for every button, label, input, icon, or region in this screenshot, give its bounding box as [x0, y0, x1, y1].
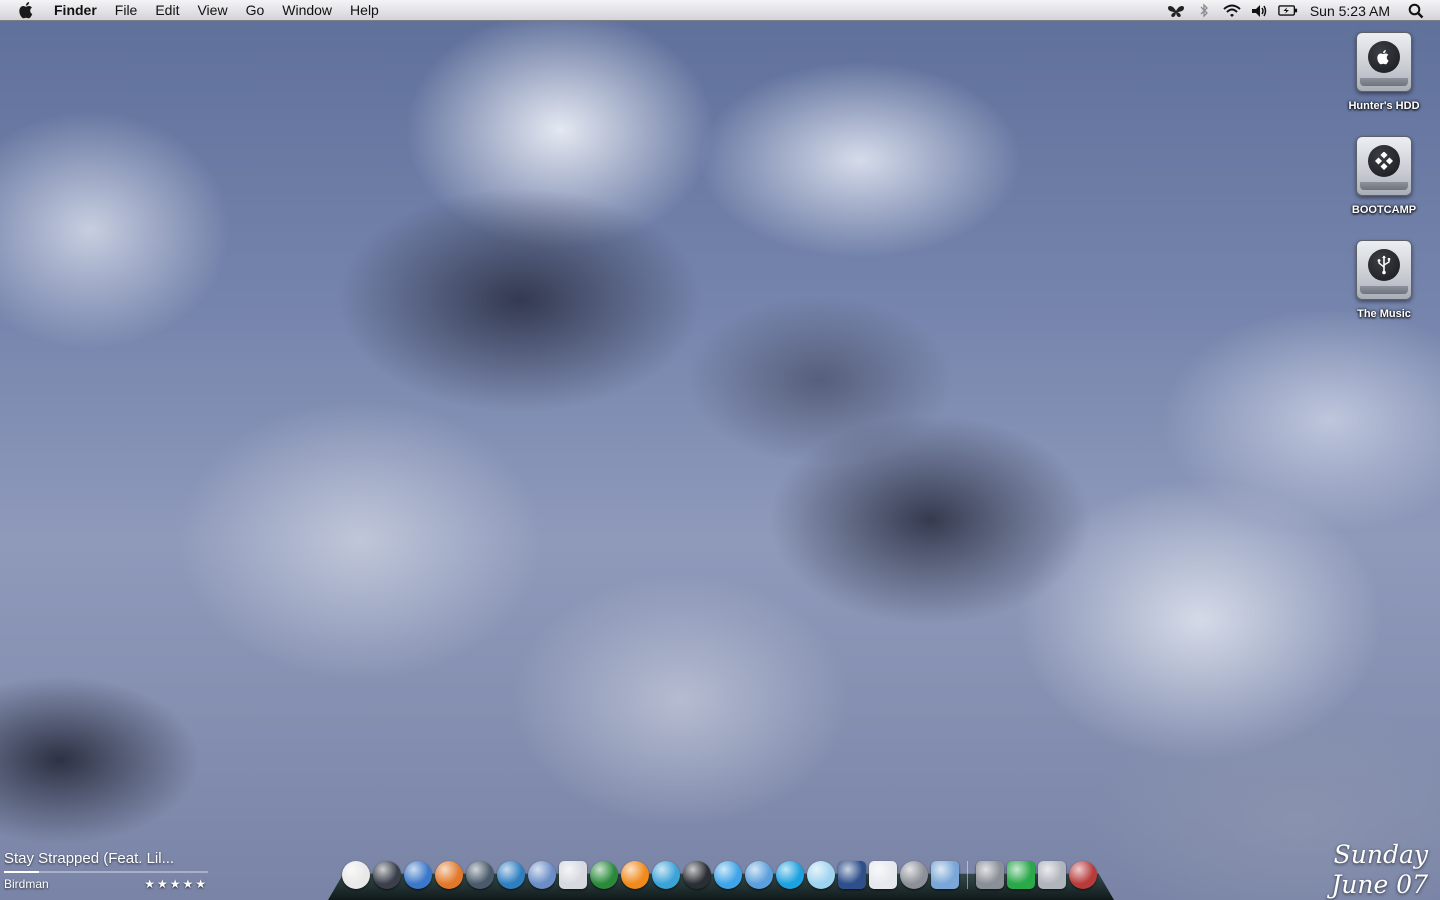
documents-folder-icon[interactable]: [1038, 861, 1066, 889]
apple-drive-icon: [1356, 32, 1412, 92]
desktop-icon-label: BOOTCAMP: [1351, 204, 1417, 216]
archive-icon[interactable]: [869, 861, 897, 889]
paint-icon[interactable]: [807, 861, 835, 889]
butterfly-icon[interactable]: [1166, 3, 1186, 19]
date-day: Sunday: [1333, 840, 1428, 869]
trash-icon[interactable]: [1069, 861, 1097, 889]
now-playing-rating[interactable]: ★★★★★: [144, 877, 208, 891]
menu-help[interactable]: Help: [341, 0, 388, 21]
volume-icon[interactable]: [1250, 3, 1270, 19]
now-playing-title[interactable]: Stay Strapped (Feat. Lil...: [4, 850, 208, 867]
network-globe-icon[interactable]: [497, 861, 525, 889]
system-globe-icon[interactable]: [745, 861, 773, 889]
menu-file[interactable]: File: [106, 0, 147, 21]
menu-view[interactable]: View: [188, 0, 236, 21]
bluetooth-icon[interactable]: [1194, 3, 1214, 19]
utorrent-icon[interactable]: [590, 861, 618, 889]
desktop-icon-bootcamp[interactable]: BOOTCAMP: [1339, 136, 1429, 216]
system-preferences-icon[interactable]: [900, 861, 928, 889]
menu-bar: Finder File Edit View Go Window Help Sun…: [0, 0, 1440, 21]
desktop-icon-label: Hunter's HDD: [1348, 100, 1420, 112]
display-icon[interactable]: [931, 861, 959, 889]
date-date: June 07: [1331, 870, 1428, 899]
now-playing-artist: Birdman: [4, 877, 49, 891]
terminal-icon[interactable]: [683, 861, 711, 889]
ichat-icon[interactable]: [652, 861, 680, 889]
menu-window[interactable]: Window: [273, 0, 341, 21]
now-playing-progress[interactable]: [4, 871, 208, 873]
apple-menu-icon[interactable]: [18, 1, 36, 19]
dock-separator: [967, 861, 968, 889]
desktop-icon-label: The Music: [1357, 308, 1411, 320]
finder-icon[interactable]: [342, 861, 370, 889]
date-widget: Sunday June 07: [1331, 840, 1428, 900]
wifi-icon[interactable]: [1222, 3, 1242, 19]
now-playing-progress-fill: [4, 871, 39, 873]
menu-go[interactable]: Go: [237, 0, 274, 21]
firefox-icon[interactable]: [435, 861, 463, 889]
usb-drive-icon: [1356, 240, 1412, 300]
desktop-wallpaper: Finder File Edit View Go Window Help Sun…: [0, 0, 1440, 900]
menu-finder[interactable]: Finder: [52, 0, 106, 21]
skype-icon[interactable]: [776, 861, 804, 889]
menu-edit[interactable]: Edit: [146, 0, 188, 21]
photoshop-icon[interactable]: [838, 861, 866, 889]
menu-extras: Sun 5:23 AM: [1162, 0, 1440, 21]
dock: [328, 858, 1114, 900]
dock-items: [342, 858, 1100, 892]
safari-icon[interactable]: [404, 861, 432, 889]
frontrow-icon[interactable]: [714, 861, 742, 889]
spotlight-search-icon[interactable]: [1406, 3, 1426, 19]
desktop-icon-hunters-hdd[interactable]: Hunter's HDD: [1339, 32, 1429, 112]
downloads-folder-icon[interactable]: [1007, 861, 1035, 889]
applications-folder-icon[interactable]: [976, 861, 1004, 889]
dashboard-icon[interactable]: [373, 861, 401, 889]
vlc-icon[interactable]: [621, 861, 649, 889]
menu-clock[interactable]: Sun 5:23 AM: [1310, 3, 1390, 19]
camino-icon[interactable]: [466, 861, 494, 889]
itunes-icon[interactable]: [559, 861, 587, 889]
desktop-icon-the-music[interactable]: The Music: [1339, 240, 1429, 320]
mail-icon[interactable]: [528, 861, 556, 889]
now-playing-widget: Stay Strapped (Feat. Lil... Birdman ★★★★…: [4, 850, 208, 891]
windows-drive-icon: [1356, 136, 1412, 196]
battery-icon[interactable]: [1278, 3, 1298, 19]
